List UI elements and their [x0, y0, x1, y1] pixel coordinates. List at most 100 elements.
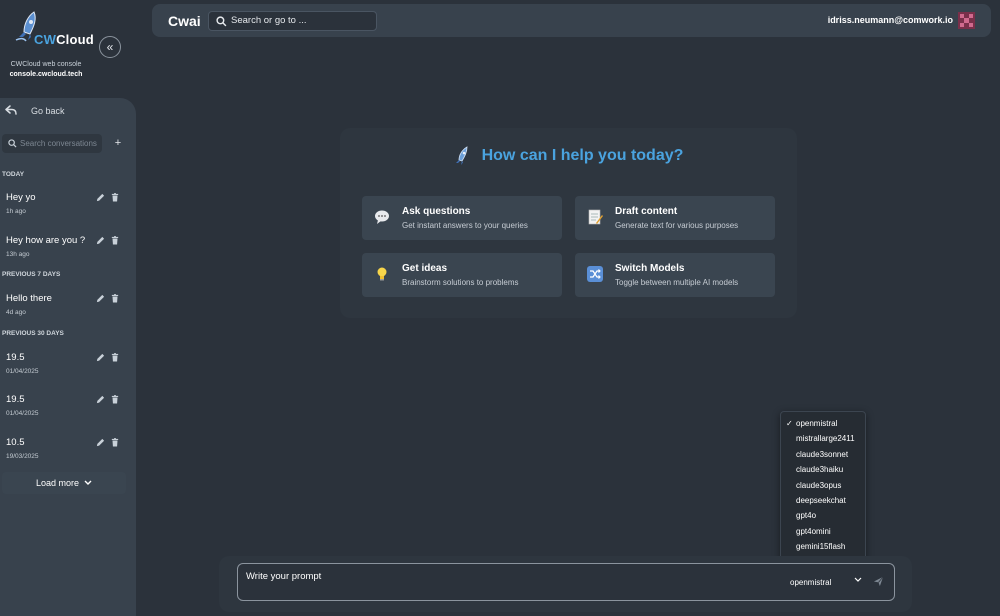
model-option-gpt4omini[interactable]: gpt4omini: [781, 524, 865, 539]
welcome-heading: How can I help you today?: [340, 146, 797, 166]
trash-icon[interactable]: [111, 353, 119, 362]
model-option-deepseekchat[interactable]: deepseekchat: [781, 493, 865, 508]
model-option-label: claude3sonnet: [796, 449, 849, 459]
load-more-button[interactable]: Load more: [2, 472, 126, 494]
pencil-icon[interactable]: [96, 353, 105, 362]
model-option-openmistral[interactable]: ✓ openmistral: [781, 416, 865, 431]
feature-draft-content[interactable]: Draft content Generate text for various …: [575, 196, 775, 240]
conversation-title: Hey yo: [6, 192, 36, 203]
feature-description: Get instant answers to your queries: [402, 221, 528, 230]
user-email[interactable]: idriss.neumann@comwork.io: [828, 15, 953, 25]
conversation-time: 01/04/2025: [6, 368, 39, 375]
feature-title: Draft content: [615, 206, 678, 217]
reply-arrow-icon: [5, 105, 17, 115]
conversations-sidebar: Go back + TODAY Hey yo 1h ago Hey how ar…: [0, 98, 136, 616]
conversation-item[interactable]: Hey how are you ? 13h ago: [0, 235, 136, 271]
conversation-search-input[interactable]: [20, 139, 100, 148]
top-bar: Cwai idriss.neumann@comwork.io: [152, 4, 991, 37]
checkmark-icon: ✓: [786, 419, 793, 428]
conversation-item[interactable]: Hello there 4d ago: [0, 293, 136, 329]
conversation-item[interactable]: 19.5 01/04/2025: [0, 352, 136, 388]
global-search-input[interactable]: [231, 15, 371, 26]
pencil-icon[interactable]: [96, 193, 105, 202]
feature-description: Generate text for various purposes: [615, 221, 739, 230]
model-select-value: openmistral: [790, 577, 832, 587]
model-option-label: gemini15flash: [796, 542, 846, 552]
conversation-time: 19/03/2025: [6, 453, 39, 460]
feature-title: Switch Models: [615, 263, 685, 274]
global-search: [208, 11, 377, 31]
conversation-title: Hello there: [6, 293, 52, 304]
trash-icon[interactable]: [111, 193, 119, 202]
section-label-previous-30-days: PREVIOUS 30 DAYS: [2, 330, 64, 337]
model-dropdown-menu: ✓ openmistral mistrallarge2411 claude3so…: [780, 411, 866, 572]
conversation-time: 4d ago: [6, 309, 26, 316]
plus-icon: +: [114, 137, 122, 149]
model-option-claude3opus[interactable]: claude3opus: [781, 478, 865, 493]
prompt-input[interactable]: [246, 571, 776, 593]
logo-text: CWCloud: [34, 32, 94, 47]
feature-ask-questions[interactable]: Ask questions Get instant answers to you…: [362, 196, 562, 240]
pencil-icon[interactable]: [96, 438, 105, 447]
avatar[interactable]: [958, 12, 975, 29]
shuffle-icon: [587, 266, 603, 282]
search-icon: [8, 139, 17, 148]
conversation-title: 19.5: [6, 352, 25, 363]
welcome-title: How can I help you today?: [481, 147, 684, 164]
conversation-title: Hey how are you ?: [6, 235, 86, 246]
pencil-icon[interactable]: [96, 294, 105, 303]
go-back-button[interactable]: Go back: [0, 98, 136, 124]
feature-description: Toggle between multiple AI models: [615, 278, 739, 287]
logo-area: CWCloud « CWCloud web console console.cw…: [0, 0, 136, 98]
conversation-item[interactable]: 10.5 19/03/2025: [0, 437, 136, 473]
model-option-label: deepseekchat: [796, 495, 846, 505]
model-select[interactable]: openmistral: [784, 573, 864, 591]
collapse-sidebar-button[interactable]: «: [99, 36, 121, 58]
console-label: CWCloud web console: [10, 61, 82, 68]
trash-icon[interactable]: [111, 294, 119, 303]
conversation-item[interactable]: Hey yo 1h ago: [0, 192, 136, 228]
model-option-mistrallarge2411[interactable]: mistrallarge2411: [781, 431, 865, 446]
console-host: console.cwcloud.tech: [9, 71, 83, 78]
section-label-today: TODAY: [2, 171, 25, 178]
search-icon: [216, 16, 227, 27]
feature-title: Ask questions: [402, 206, 471, 217]
double-chevron-left-icon: «: [106, 40, 114, 54]
model-option-gemini15flash[interactable]: gemini15flash: [781, 539, 865, 554]
rocket-icon: [455, 146, 467, 165]
page-title: Cwai: [168, 13, 201, 29]
go-back-label: Go back: [31, 106, 65, 116]
speech-bubble-icon: [375, 210, 389, 224]
trash-icon[interactable]: [111, 236, 119, 245]
trash-icon[interactable]: [111, 395, 119, 404]
new-conversation-button[interactable]: +: [110, 135, 126, 151]
feature-description: Brainstorm solutions to problems: [402, 278, 519, 287]
model-option-gpt4o[interactable]: gpt4o: [781, 508, 865, 523]
conversation-time: 1h ago: [6, 208, 26, 215]
model-option-claude3sonnet[interactable]: claude3sonnet: [781, 447, 865, 462]
model-option-label: mistrallarge2411: [796, 434, 855, 444]
lightbulb-icon: [377, 267, 387, 281]
send-icon[interactable]: [873, 576, 884, 587]
conversation-title: 10.5: [6, 437, 25, 448]
feature-get-ideas[interactable]: Get ideas Brainstorm solutions to proble…: [362, 253, 562, 297]
conversation-title: 19.5: [6, 394, 25, 405]
model-option-label: claude3haiku: [796, 465, 844, 475]
model-option-claude3haiku[interactable]: claude3haiku: [781, 462, 865, 477]
model-option-label: openmistral: [796, 419, 838, 428]
feature-switch-models[interactable]: Switch Models Toggle between multiple AI…: [575, 253, 775, 297]
memo-icon: [588, 209, 603, 225]
cwcloud-logo[interactable]: CWCloud: [10, 10, 94, 48]
model-option-label: gpt4o: [796, 511, 817, 521]
pencil-icon[interactable]: [96, 236, 105, 245]
trash-icon[interactable]: [111, 438, 119, 447]
welcome-card: How can I help you today? Ask questions …: [340, 128, 797, 318]
load-more-label: Load more: [35, 478, 80, 488]
pencil-icon[interactable]: [96, 395, 105, 404]
conversation-time: 13h ago: [6, 251, 30, 258]
model-option-label: gpt4omini: [796, 526, 831, 536]
chevron-down-icon: [854, 577, 862, 582]
conversation-search: [2, 134, 102, 153]
conversation-time: 01/04/2025: [6, 410, 39, 417]
conversation-item[interactable]: 19.5 01/04/2025: [0, 394, 136, 430]
